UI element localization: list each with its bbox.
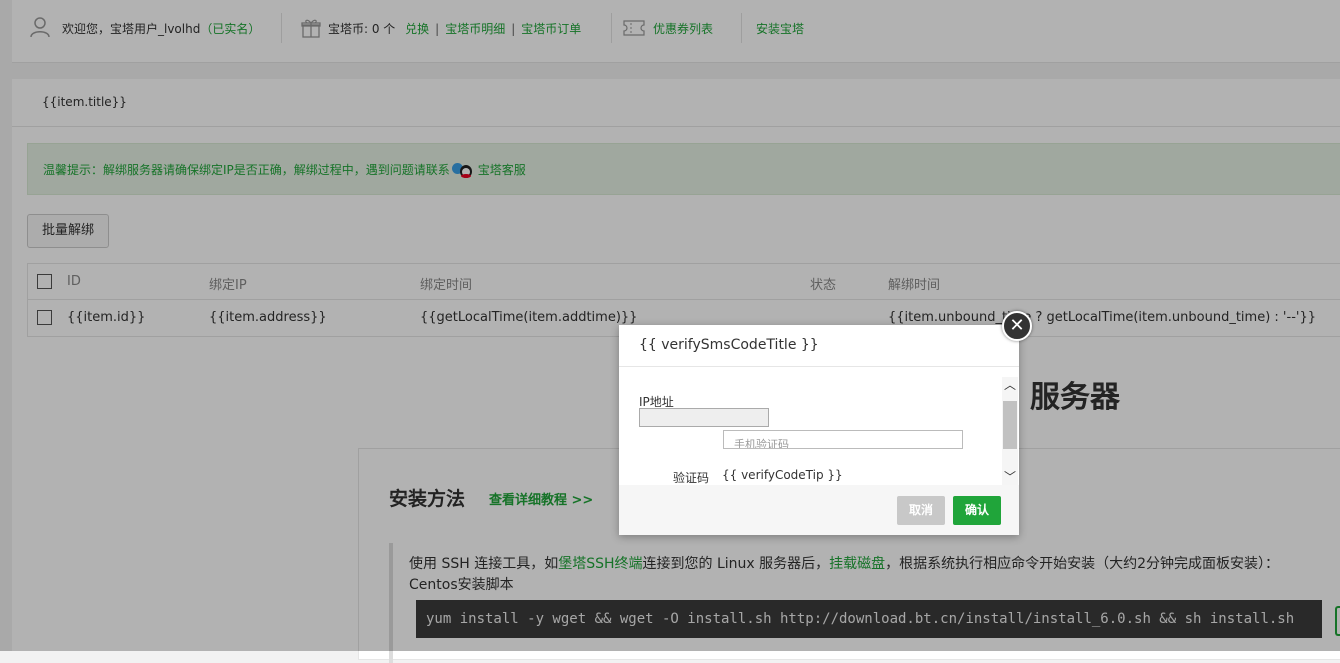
code-tip: {{ verifyCodeTip }} bbox=[722, 468, 843, 482]
dialog-body: IP地址 手机验证码 验证码 {{ verifyCodeTip }} bbox=[619, 367, 1019, 485]
sms-code-input[interactable]: 手机验证码 bbox=[723, 430, 963, 449]
sms-verify-dialog: {{ verifySmsCodeTitle }} ✕ IP地址 手机验证码 验证… bbox=[619, 311, 1032, 535]
confirm-button[interactable]: 确认 bbox=[953, 496, 1001, 525]
dialog-footer: 取消 确认 bbox=[619, 485, 1019, 535]
scroll-down-icon[interactable]: ﹀ bbox=[1002, 469, 1018, 485]
code-label: 验证码 bbox=[673, 471, 710, 485]
dialog-title: {{ verifySmsCodeTitle }} bbox=[639, 337, 819, 353]
dialog-scrollbar[interactable]: ︿ ﹀ bbox=[1002, 377, 1018, 485]
scroll-up-icon[interactable]: ︿ bbox=[1002, 377, 1018, 393]
cancel-button[interactable]: 取消 bbox=[897, 496, 945, 525]
ip-input[interactable] bbox=[639, 408, 769, 427]
close-icon[interactable]: ✕ bbox=[1002, 311, 1032, 341]
dialog-header: {{ verifySmsCodeTitle }} bbox=[619, 325, 1019, 367]
scroll-thumb[interactable] bbox=[1003, 401, 1017, 449]
